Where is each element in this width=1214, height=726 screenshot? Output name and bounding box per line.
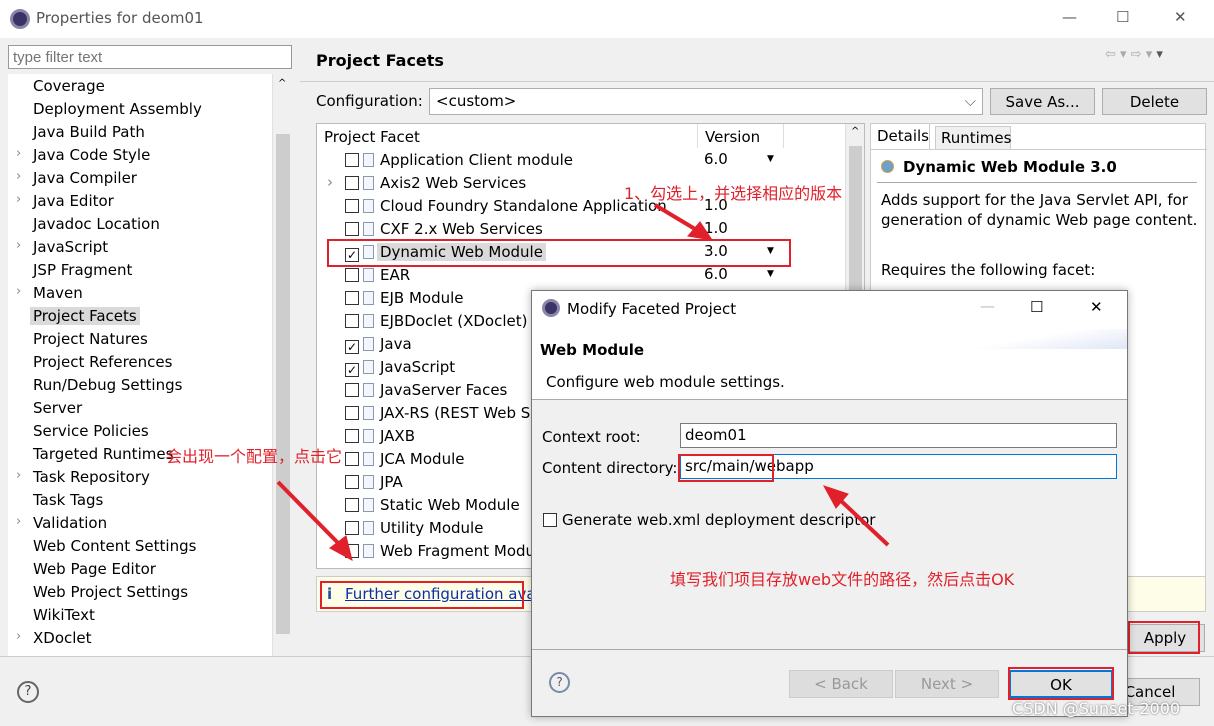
arrow-icon (836, 496, 890, 547)
annotation-arrows (276, 203, 890, 561)
watermark: CSDN @Sunset-2000 (1012, 699, 1181, 718)
arrow-icon (653, 203, 702, 234)
arrow-icon (276, 480, 345, 550)
